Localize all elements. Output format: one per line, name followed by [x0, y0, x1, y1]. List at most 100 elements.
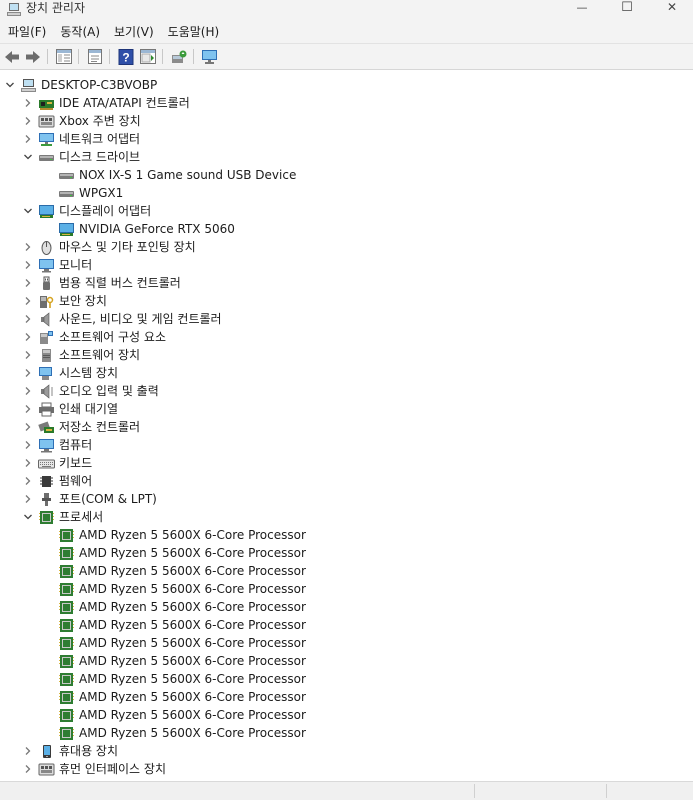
disk-drive-icon [38, 150, 55, 165]
tree-device[interactable]: AMD Ryzen 5 5600X 6-Core Processor [58, 670, 306, 688]
tree-device[interactable]: AMD Ryzen 5 5600X 6-Core Processor [58, 544, 306, 562]
toolbar-separator [47, 49, 48, 64]
help-button[interactable]: ? [117, 48, 135, 65]
tree-category-label: 모니터 [59, 258, 93, 272]
tree-category[interactable]: 디스크 드라이브 [22, 148, 140, 166]
tree-category[interactable]: 소프트웨어 장치 [22, 346, 140, 364]
expand-chevron-icon[interactable] [22, 295, 34, 307]
tree-root[interactable]: DESKTOP-C3BVOBP [4, 76, 157, 94]
tree-category[interactable]: 펌웨어 [22, 472, 92, 490]
tree-category[interactable]: 네트워크 어댑터 [22, 130, 140, 148]
scan-hardware-button[interactable] [170, 48, 188, 65]
close-button[interactable]: ✕ [649, 0, 693, 14]
tree-device[interactable]: AMD Ryzen 5 5600X 6-Core Processor [58, 724, 306, 742]
monitor-display-button[interactable] [201, 48, 219, 65]
expand-chevron-icon[interactable] [22, 493, 34, 505]
tree-category[interactable]: 마우스 및 기타 포인팅 장치 [22, 238, 196, 256]
expand-chevron-icon[interactable] [22, 331, 34, 343]
expand-chevron-icon[interactable] [22, 259, 34, 271]
expand-chevron-icon[interactable] [22, 133, 34, 145]
tree-category[interactable]: 저장소 컨트롤러 [22, 418, 140, 436]
tree-category[interactable]: 휴먼 인터페이스 장치 [22, 760, 166, 778]
collapse-chevron-icon[interactable] [22, 205, 34, 217]
expand-chevron-icon[interactable] [22, 385, 34, 397]
tree-category[interactable]: Xbox 주변 장치 [22, 112, 141, 130]
tree-category-label: 디스크 드라이브 [59, 150, 141, 164]
tree-device-label: AMD Ryzen 5 5600X 6-Core Processor [79, 654, 306, 668]
tree-category[interactable]: 휴대용 장치 [22, 742, 118, 760]
tree-category[interactable]: 소프트웨어 구성 요소 [22, 328, 166, 346]
menu-help[interactable]: 도움말(H) [162, 21, 226, 43]
expand-chevron-icon[interactable] [22, 241, 34, 253]
tree-device[interactable]: AMD Ryzen 5 5600X 6-Core Processor [58, 580, 306, 598]
tree-device[interactable]: WPGX1 [58, 184, 123, 202]
tree-device[interactable]: AMD Ryzen 5 5600X 6-Core Processor [58, 562, 306, 580]
tree-category[interactable]: 컴퓨터 [22, 436, 92, 454]
disk-drive-icon [58, 168, 75, 183]
tree-device[interactable]: AMD Ryzen 5 5600X 6-Core Processor [58, 652, 306, 670]
window-title: 장치 관리자 [26, 1, 86, 15]
tree-category-label: 소프트웨어 장치 [59, 348, 141, 362]
tree-category[interactable]: 키보드 [22, 454, 92, 472]
tree-device[interactable]: AMD Ryzen 5 5600X 6-Core Processor [58, 688, 306, 706]
back-button[interactable] [3, 48, 21, 65]
tree-device[interactable]: AMD Ryzen 5 5600X 6-Core Processor [58, 706, 306, 724]
show-hide-console-tree-button[interactable] [55, 48, 73, 65]
collapse-chevron-icon[interactable] [22, 511, 34, 523]
back-arrow-icon [5, 50, 19, 63]
tree-category[interactable]: 보안 장치 [22, 292, 107, 310]
firmware-icon [38, 474, 55, 489]
tree-category[interactable]: 오디오 입력 및 출력 [22, 382, 159, 400]
tree-device[interactable]: NOX IX-S 1 Game sound USB Device [58, 166, 296, 184]
tree-device[interactable]: AMD Ryzen 5 5600X 6-Core Processor [58, 616, 306, 634]
expand-chevron-icon[interactable] [22, 367, 34, 379]
processor-icon [58, 708, 75, 723]
tree-category[interactable]: 포트(COM & LPT) [22, 490, 157, 508]
expand-chevron-icon[interactable] [22, 763, 34, 775]
expand-chevron-icon[interactable] [22, 457, 34, 469]
tree-category[interactable]: 사운드, 비디오 및 게임 컨트롤러 [22, 310, 222, 328]
menu-view[interactable]: 보기(V) [108, 21, 160, 43]
menu-file[interactable]: 파일(F) [2, 21, 52, 43]
expand-chevron-icon[interactable] [22, 403, 34, 415]
expand-chevron-icon[interactable] [22, 349, 34, 361]
tree-category-label: 네트워크 어댑터 [59, 132, 141, 146]
tree-category-label: 오디오 입력 및 출력 [59, 384, 159, 398]
properties-button[interactable] [86, 48, 104, 65]
expand-chevron-icon[interactable] [22, 277, 34, 289]
title-bar: 장치 관리자 — ☐ ✕ [0, 0, 693, 20]
expand-chevron-icon[interactable] [22, 421, 34, 433]
maximize-button[interactable]: ☐ [604, 0, 650, 15]
menu-action[interactable]: 동작(A) [54, 21, 106, 43]
toolbar: ? [0, 43, 693, 70]
forward-button[interactable] [24, 48, 42, 65]
tree-category[interactable]: 범용 직렬 버스 컨트롤러 [22, 274, 181, 292]
collapse-chevron-icon[interactable] [22, 151, 34, 163]
tree-category[interactable]: 인쇄 대기열 [22, 400, 118, 418]
tree-device[interactable]: AMD Ryzen 5 5600X 6-Core Processor [58, 634, 306, 652]
expand-chevron-icon[interactable] [22, 313, 34, 325]
collapse-chevron-icon[interactable] [4, 79, 16, 91]
expand-chevron-icon[interactable] [22, 115, 34, 127]
action-pane-button[interactable] [139, 48, 157, 65]
expand-chevron-icon[interactable] [22, 745, 34, 757]
processor-icon [58, 564, 75, 579]
tree-category[interactable]: 모니터 [22, 256, 92, 274]
minimize-button[interactable]: — [559, 0, 605, 14]
expand-chevron-icon[interactable] [22, 475, 34, 487]
toolbar-separator [162, 49, 163, 64]
tree-category[interactable]: 디스플레이 어댑터 [22, 202, 151, 220]
processor-icon [58, 618, 75, 633]
tree-device[interactable]: AMD Ryzen 5 5600X 6-Core Processor [58, 598, 306, 616]
toolbar-separator [109, 49, 110, 64]
tree-category[interactable]: IDE ATA/ATAPI 컨트롤러 [22, 94, 190, 112]
tree-device[interactable]: NVIDIA GeForce RTX 5060 [58, 220, 235, 238]
tree-category[interactable]: 시스템 장치 [22, 364, 118, 382]
expand-chevron-icon[interactable] [22, 97, 34, 109]
tree-category[interactable]: 프로세서 [22, 508, 103, 526]
expand-chevron-icon[interactable] [22, 439, 34, 451]
tree-device-label: AMD Ryzen 5 5600X 6-Core Processor [79, 618, 306, 632]
tree-device[interactable]: AMD Ryzen 5 5600X 6-Core Processor [58, 526, 306, 544]
tree-category-label: 키보드 [59, 456, 93, 470]
tree-device-label: WPGX1 [79, 186, 124, 200]
